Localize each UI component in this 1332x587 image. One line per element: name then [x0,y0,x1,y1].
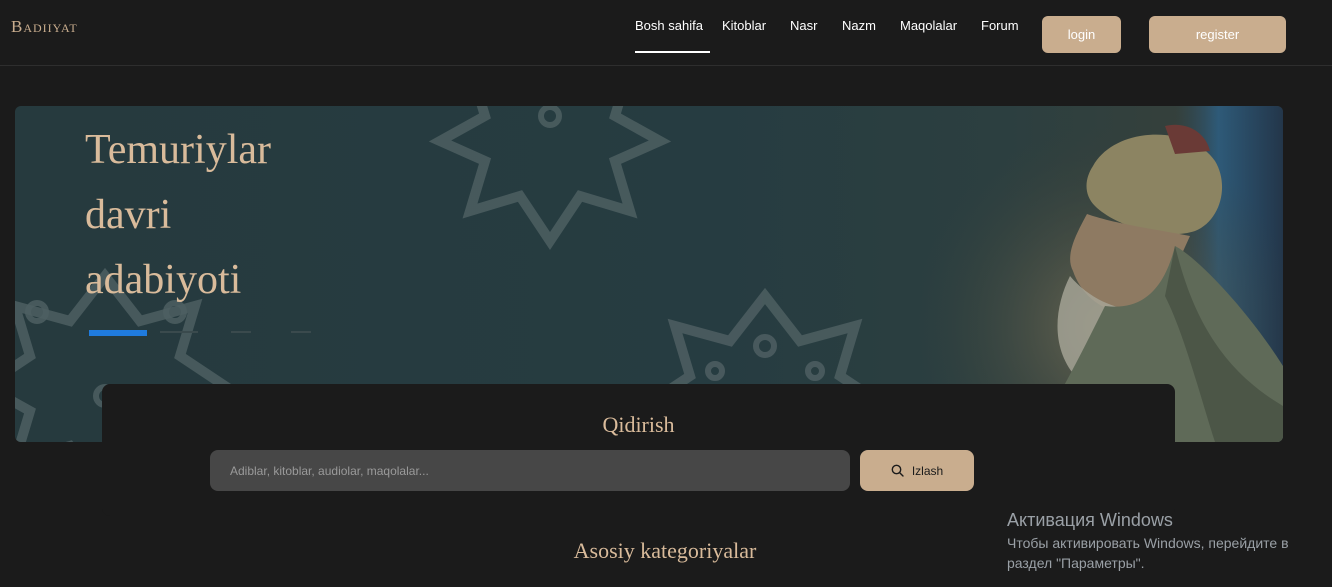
nav-item-nasr[interactable]: Nasr [790,18,817,33]
search-button-label: Izlash [911,463,944,478]
nav-item-bosh-sahifa[interactable]: Bosh sahifa [635,18,710,53]
slider-dot-4[interactable] [291,331,311,333]
slider-dot-3[interactable] [231,331,251,333]
nav-item-forum[interactable]: Forum [981,18,1019,33]
search-icon [891,464,904,477]
slider-dot-2[interactable] [160,331,198,333]
search-title: Qidirish [602,412,675,437]
hero-title: Temuriylar davri adabiyoti [85,118,345,313]
watermark-subtitle: Чтобы активировать Windows, перейдите в … [1007,535,1289,571]
hero-title-line: davri [85,192,172,238]
nav-item-kitoblar[interactable]: Kitoblar [722,18,766,33]
search-button[interactable]: Izlash [860,450,974,491]
hero-title-line: Temuriylar [85,127,271,173]
nav-item-nazm[interactable]: Nazm [842,18,876,33]
watermark-title: Активация Windows [1007,510,1173,530]
slider-dot-1[interactable] [89,330,147,336]
site-logo[interactable]: Badiiyat [11,17,78,37]
register-button[interactable]: register [1149,16,1286,53]
search-card: Qidirish Izlash [102,384,1175,516]
windows-activation-watermark: Активация Windows Чтобы активировать Win… [1007,509,1332,573]
login-button[interactable]: login [1042,16,1121,53]
search-input[interactable] [210,450,850,491]
hero-title-line: adabiyoti [85,257,242,303]
header: Badiiyat Bosh sahifa Kitoblar Nasr Nazm … [0,0,1332,66]
nav-item-maqolalar[interactable]: Maqolalar [900,18,957,33]
